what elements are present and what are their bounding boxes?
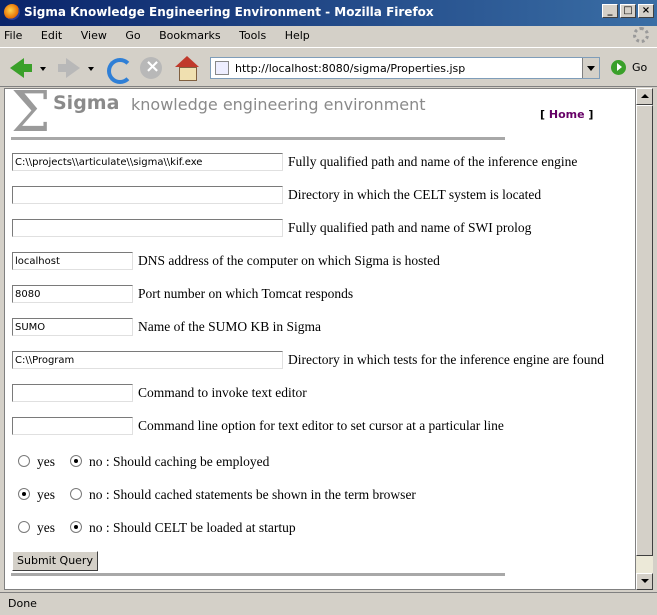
page-subtitle: knowledge engineering environment — [131, 95, 426, 114]
stop-icon[interactable] — [138, 55, 164, 81]
page-icon — [215, 61, 229, 75]
caching-yes-label: yes — [37, 454, 55, 469]
footer-divider — [11, 573, 505, 576]
dns-address-input[interactable] — [12, 252, 133, 270]
home-icon[interactable] — [174, 55, 200, 81]
editor-line-option-input[interactable] — [12, 417, 133, 435]
minimize-button[interactable]: _ — [602, 4, 618, 18]
kb-name-input[interactable] — [12, 318, 133, 336]
tests-directory-input[interactable] — [12, 351, 283, 369]
celt-directory-label: Directory in which the CELT system is lo… — [288, 187, 542, 202]
maximize-button[interactable]: □ — [620, 4, 636, 18]
inference-engine-path-label: Fully qualified path and name of the inf… — [288, 154, 578, 169]
home-bracket-open: [ — [540, 108, 549, 121]
load-celt-yes-radio[interactable] — [18, 521, 30, 533]
close-button[interactable]: × — [638, 4, 654, 18]
go-button-label[interactable]: Go — [632, 61, 647, 74]
back-arrow-icon[interactable] — [8, 55, 34, 81]
window-title: Sigma Knowledge Engineering Environment … — [24, 5, 434, 19]
scrollbar-thumb[interactable] — [636, 105, 653, 556]
header-divider — [11, 137, 505, 140]
status-text: Done — [8, 597, 37, 610]
inference-engine-path-input[interactable] — [12, 153, 283, 171]
page-title: Sigma — [53, 92, 120, 114]
load-celt-no-radio[interactable] — [70, 521, 82, 533]
show-cached-yes-radio[interactable] — [18, 488, 30, 500]
show-cached-yes-label: yes — [37, 487, 55, 502]
show-cached-no-label: no : Should cached statements be shown i… — [89, 487, 416, 502]
home-nav: [ Home ] — [540, 108, 593, 121]
load-celt-no-label: no : Should CELT be loaded at startup — [89, 520, 296, 535]
caching-yes-radio[interactable] — [18, 455, 30, 467]
throbber-icon — [633, 27, 649, 43]
url-text[interactable]: http://localhost:8080/sigma/Properties.j… — [235, 62, 465, 75]
celt-directory-input[interactable] — [12, 186, 283, 204]
home-bracket-close: ] — [584, 108, 594, 121]
dns-address-label: DNS address of the computer on which Sig… — [138, 253, 440, 268]
menu-help[interactable]: Help — [285, 29, 310, 42]
submit-query-button[interactable]: Submit Query — [12, 551, 98, 571]
navigation-toolbar: http://localhost:8080/sigma/Properties.j… — [0, 47, 657, 87]
kb-name-label: Name of the SUMO KB in Sigma — [138, 319, 321, 334]
back-history-dropdown-icon[interactable] — [40, 67, 46, 71]
url-dropdown-icon[interactable] — [582, 58, 599, 78]
menu-bar: File Edit View Go Bookmarks Tools Help — [0, 26, 657, 46]
menu-tools[interactable]: Tools — [239, 29, 266, 42]
reload-icon[interactable] — [104, 55, 133, 84]
status-bar: Done — [0, 592, 657, 615]
tests-directory-label: Directory in which tests for the inferen… — [288, 352, 604, 367]
show-cached-no-radio[interactable] — [70, 488, 82, 500]
forward-arrow-icon[interactable] — [56, 55, 82, 81]
swi-prolog-path-label: Fully qualified path and name of SWI pro… — [288, 220, 532, 235]
title-bar: Sigma Knowledge Engineering Environment … — [0, 0, 657, 26]
sigma-logo-glyph: Σ — [11, 88, 51, 145]
firefox-icon — [4, 4, 20, 20]
menu-file[interactable]: File — [4, 29, 22, 42]
caching-no-radio[interactable] — [70, 455, 82, 467]
port-number-label: Port number on which Tomcat responds — [138, 286, 354, 301]
editor-command-label: Command to invoke text editor — [138, 385, 307, 400]
page-content: Σ Sigma knowledge engineering environmen… — [4, 88, 636, 590]
menu-go[interactable]: Go — [125, 29, 140, 42]
port-number-input[interactable] — [12, 285, 133, 303]
load-celt-yes-label: yes — [37, 520, 55, 535]
vertical-scrollbar[interactable] — [636, 88, 653, 590]
address-bar[interactable]: http://localhost:8080/sigma/Properties.j… — [210, 57, 600, 79]
swi-prolog-path-input[interactable] — [12, 219, 283, 237]
go-arrow-icon[interactable] — [611, 60, 626, 75]
forward-history-dropdown-icon[interactable] — [88, 67, 94, 71]
menu-edit[interactable]: Edit — [41, 29, 62, 42]
editor-line-option-label: Command line option for text editor to s… — [138, 418, 504, 433]
editor-command-input[interactable] — [12, 384, 133, 402]
scroll-up-arrow-icon[interactable] — [636, 88, 653, 105]
home-link[interactable]: Home — [549, 108, 585, 121]
scroll-down-arrow-icon[interactable] — [636, 573, 653, 590]
menu-bookmarks[interactable]: Bookmarks — [159, 29, 220, 42]
caching-no-label: no : Should caching be employed — [89, 454, 270, 469]
menu-view[interactable]: View — [81, 29, 107, 42]
